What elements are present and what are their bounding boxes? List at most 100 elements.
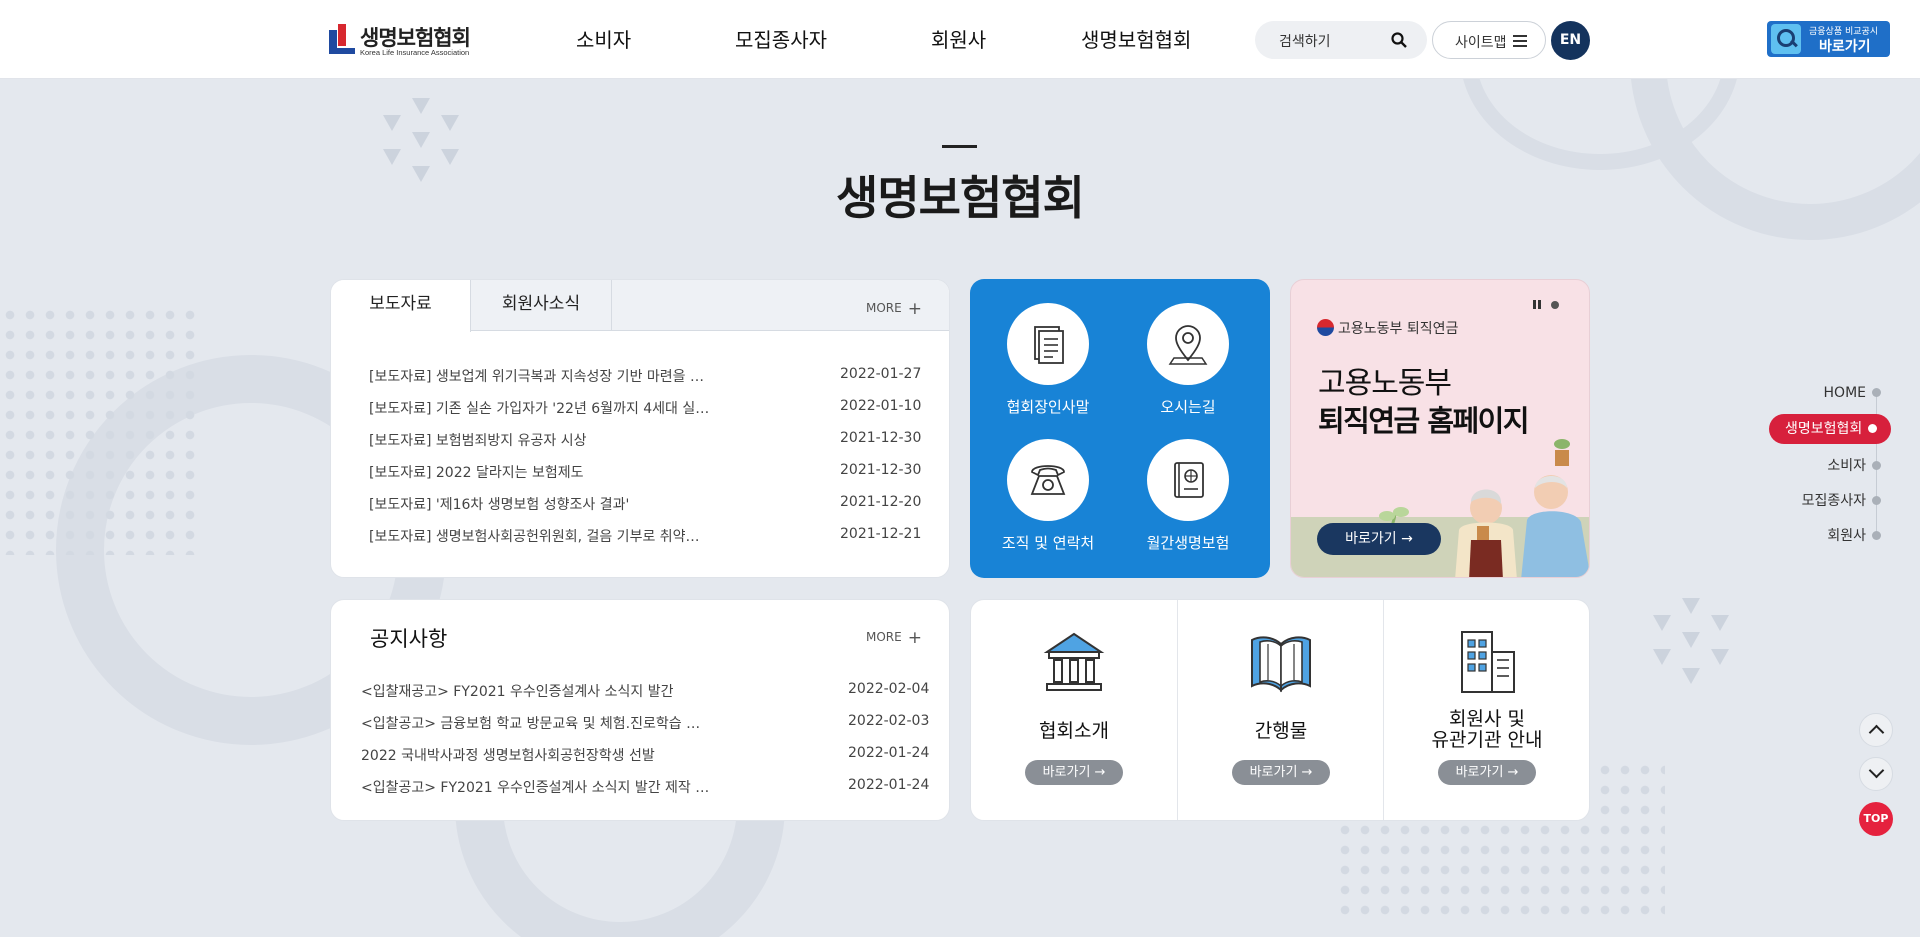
notice-card: 공지사항 MORE + <입찰재공고> FY2021 우수인증설계사 소식지 발간…: [330, 599, 950, 821]
press-row-date: 2021-12-21: [840, 526, 922, 542]
side-nav-label: HOME: [1823, 385, 1866, 401]
logo-mark-icon: [329, 24, 355, 54]
gnb-agents[interactable]: 모집종사자: [735, 24, 827, 53]
magazine-icon: [1174, 462, 1204, 498]
intro-association[interactable]: 협회소개 바로가기 →: [971, 600, 1177, 820]
side-nav-consumer[interactable]: 소비자: [1827, 455, 1881, 475]
search-icon: [1391, 32, 1407, 48]
tab-press-release[interactable]: 보도자료: [331, 280, 471, 332]
quick-circle: [1147, 439, 1229, 521]
chevron-up-icon: [1868, 724, 1885, 741]
top-button[interactable]: TOP: [1859, 802, 1893, 836]
press-more-link[interactable]: MORE +: [866, 299, 922, 319]
intro-go-button[interactable]: 바로가기 →: [1438, 760, 1536, 785]
bg-dots-left: [0, 305, 200, 555]
quick-label: 조직 및 연락처: [1001, 534, 1095, 552]
quick-menu: 협회장인사말 오시는길 조직 및 연락처 월간생명보험: [970, 279, 1270, 578]
quick-circle: [1007, 303, 1089, 385]
scroll-up-button[interactable]: [1859, 713, 1893, 747]
quick-label: 월간생명보험: [1146, 534, 1230, 552]
side-nav-dot: [1872, 461, 1881, 470]
korea-emblem-icon: [1317, 319, 1334, 336]
tab-member-news[interactable]: 회원사소식: [471, 280, 612, 331]
gnb-members[interactable]: 회원사: [931, 24, 986, 53]
notice-more-link[interactable]: MORE +: [866, 628, 922, 648]
plus-icon: +: [907, 628, 922, 648]
side-nav-active[interactable]: 생명보험협회: [1769, 414, 1891, 444]
pension-banner[interactable]: 고용노동부 퇴직연금 고용노동부 퇴직연금 홈페이지 바로가기 →: [1290, 279, 1590, 578]
quick-item-organization[interactable]: 조직 및 연락처: [978, 439, 1118, 569]
intro-go-button[interactable]: 바로가기 →: [1232, 760, 1330, 785]
magnifier-icon: [1771, 24, 1801, 54]
side-nav-dot: [1872, 496, 1881, 505]
quick-label: 협회장인사말: [1006, 398, 1090, 416]
chevron-down-icon: [1868, 762, 1885, 779]
press-row-title[interactable]: [보도자료] '제16차 생명보험 성향조사 결과': [369, 494, 629, 514]
notice-row-title[interactable]: <입찰재공고> FY2021 우수인증설계사 소식지 발간: [361, 681, 673, 701]
building-icon: [1043, 632, 1105, 691]
compare-label: 바로가기: [1819, 39, 1871, 55]
notice-row-date: 2022-02-04: [848, 681, 930, 697]
press-row-title[interactable]: [보도자료] 기존 실손 가입자가 '22년 6월까지 4세대 실…: [369, 398, 709, 418]
press-row-title[interactable]: [보도자료] 2022 달라지는 보험제도: [369, 462, 583, 482]
site-logo[interactable]: 생명보험협회 Korea Life Insurance Association: [329, 22, 489, 58]
banner-go-button[interactable]: 바로가기 →: [1317, 523, 1441, 555]
office-icon: [1461, 631, 1515, 693]
notice-more-label: MORE: [866, 630, 902, 644]
notice-row-date: 2022-01-24: [848, 777, 930, 793]
quick-circle: [1007, 439, 1089, 521]
book-icon: [1251, 636, 1311, 693]
english-language-button[interactable]: EN: [1551, 21, 1590, 60]
press-row-date: 2021-12-30: [840, 430, 922, 446]
side-nav-home[interactable]: HOME: [1824, 385, 1881, 401]
intro-member-companies[interactable]: 회원사 및 유관기관 안내 바로가기 →: [1383, 600, 1589, 820]
press-tabs: 보도자료 회원사소식 MORE +: [331, 280, 949, 332]
side-nav-dot: [1872, 531, 1881, 540]
quick-item-magazine[interactable]: 월간생명보험: [1118, 439, 1258, 569]
quick-item-greeting[interactable]: 협회장인사말: [978, 303, 1118, 433]
notice-row-date: 2022-02-03: [848, 713, 930, 729]
quick-circle: [1147, 303, 1229, 385]
side-nav-label: 회원사: [1827, 528, 1866, 544]
gnb-association[interactable]: 생명보험협회: [1081, 24, 1191, 53]
press-row-date: 2022-01-27: [840, 366, 922, 382]
title-divider: [942, 145, 977, 148]
site-header: 생명보험협회 Korea Life Insurance Association …: [0, 0, 1920, 79]
slide-indicator-dot[interactable]: [1551, 301, 1559, 309]
intro-card: 협회소개 바로가기 → 간행물 바로가기 → 회원사 및 유관기관 안내 바로가…: [970, 599, 1590, 821]
press-row-date: 2021-12-30: [840, 462, 922, 478]
press-row-title[interactable]: [보도자료] 보험범죄방지 유공자 시상: [369, 430, 586, 450]
intro-label: 간행물: [1254, 720, 1308, 742]
press-row-date: 2022-01-10: [840, 398, 922, 414]
gnb-consumer[interactable]: 소비자: [576, 24, 631, 53]
press-row-date: 2021-12-20: [840, 494, 922, 510]
press-more-label: MORE: [866, 301, 902, 315]
document-icon: [1034, 326, 1064, 364]
intro-label: 회원사 및 유관기관 안내: [1431, 708, 1543, 751]
notice-row-title[interactable]: <입찰공고> FY2021 우수인증설계사 소식지 발간 제작 …: [361, 777, 709, 797]
telephone-icon: [1030, 465, 1066, 495]
side-nav-label: 소비자: [1827, 458, 1866, 474]
side-nav-members[interactable]: 회원사: [1827, 525, 1881, 545]
quick-item-directions[interactable]: 오시는길: [1118, 303, 1258, 433]
ministry-text: 고용노동부 퇴직연금: [1338, 321, 1459, 337]
side-nav-agents[interactable]: 모집종사자: [1802, 490, 1881, 510]
notice-row-title[interactable]: <입찰공고> 금융보험 학교 방문교육 및 체험.진로학습 …: [361, 713, 700, 733]
intro-go-button[interactable]: 바로가기 →: [1025, 760, 1123, 785]
press-row-title[interactable]: [보도자료] 생보업계 위기극복과 지속성장 기반 마련을 …: [369, 366, 704, 386]
side-nav-label: 모집종사자: [1801, 493, 1866, 509]
press-card: 보도자료 회원사소식 MORE + [보도자료] 생보업계 위기극복과 지속성장 …: [330, 279, 950, 578]
sitemap-button[interactable]: 사이트맵: [1432, 21, 1546, 59]
notice-row-title[interactable]: 2022 국내박사과정 생명보험사회공헌장학생 선발: [361, 745, 655, 765]
page-title: 생명보험협회: [836, 171, 1085, 225]
hamburger-icon: [1513, 35, 1527, 47]
quick-label: 오시는길: [1160, 398, 1216, 416]
scroll-down-button[interactable]: [1859, 757, 1893, 791]
pause-icon[interactable]: [1533, 300, 1541, 309]
intro-label: 협회소개: [1039, 720, 1109, 742]
side-nav-dot: [1868, 424, 1878, 433]
intro-publications[interactable]: 간행물 바로가기 →: [1177, 600, 1383, 820]
search-box[interactable]: 검색하기: [1255, 21, 1427, 59]
product-compare-button[interactable]: 금융상품 비교공시 바로가기: [1767, 21, 1890, 57]
press-row-title[interactable]: [보도자료] 생명보험사회공헌위원회, 걸음 기부로 취약…: [369, 526, 700, 546]
